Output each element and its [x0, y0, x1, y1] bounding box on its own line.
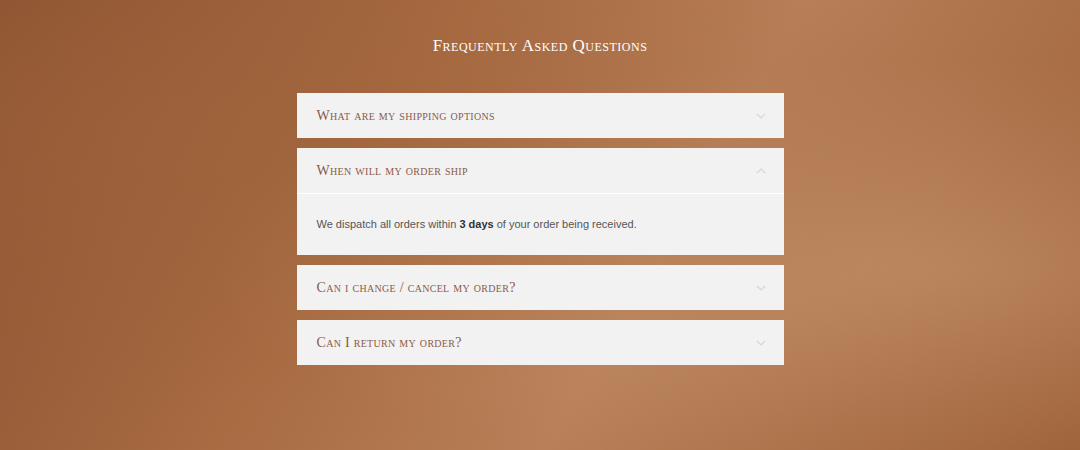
faq-question[interactable]: When will my order ship [297, 148, 784, 193]
faq-question[interactable]: What are my shipping options [297, 93, 784, 138]
chevron-down-icon [756, 113, 766, 119]
question-text: What are my shipping options [317, 108, 495, 124]
question-text: Can I return my order? [317, 335, 462, 351]
question-text: Can i change / cancel my order? [317, 280, 516, 296]
faq-list: What are my shipping options When will my… [297, 93, 784, 365]
faq-item: Can i change / cancel my order? [297, 265, 784, 310]
faq-question[interactable]: Can i change / cancel my order? [297, 265, 784, 310]
answer-text: We dispatch all orders within 3 days of … [317, 217, 764, 231]
chevron-up-icon [756, 168, 766, 174]
faq-answer: We dispatch all orders within 3 days of … [297, 193, 784, 255]
faq-section: Frequently Asked Questions What are my sh… [0, 0, 1080, 450]
question-text: When will my order ship [317, 163, 468, 179]
chevron-down-icon [756, 340, 766, 346]
faq-item: When will my order ship We dispatch all o… [297, 148, 784, 255]
faq-item: What are my shipping options [297, 93, 784, 138]
faq-question[interactable]: Can I return my order? [297, 320, 784, 365]
faq-heading: Frequently Asked Questions [0, 36, 1080, 56]
faq-item: Can I return my order? [297, 320, 784, 365]
chevron-down-icon [756, 285, 766, 291]
